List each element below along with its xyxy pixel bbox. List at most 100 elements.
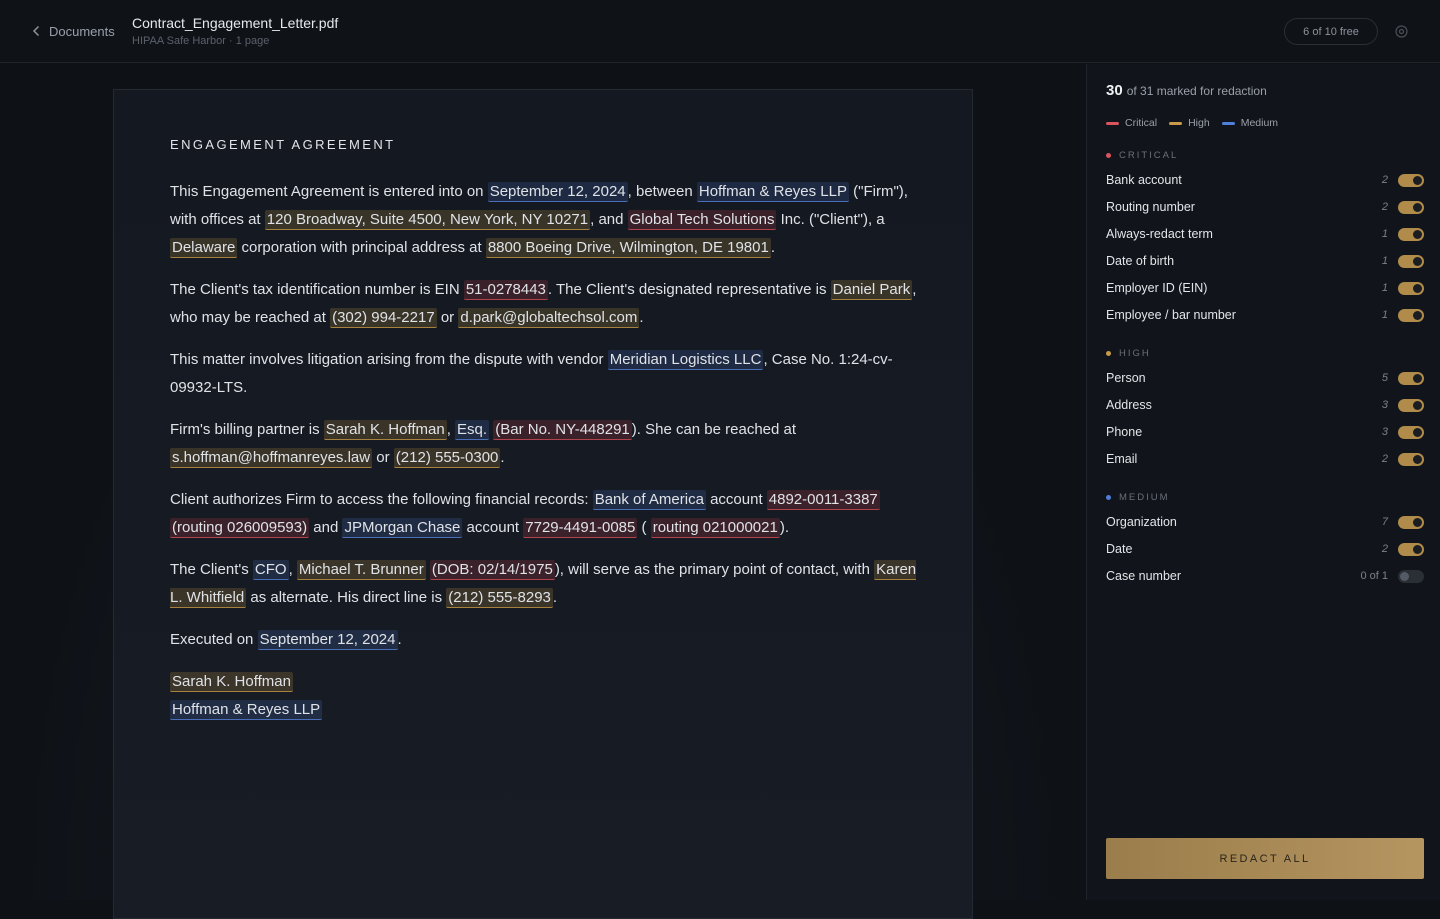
entity-label: Date (1106, 542, 1133, 556)
legend-label: High (1188, 117, 1210, 129)
redaction-highlight-med[interactable]: Hoffman & Reyes LLP (170, 700, 323, 720)
redaction-highlight-high[interactable]: (302) 994-2217 (330, 308, 437, 328)
redaction-highlight-med[interactable]: September 12, 2024 (487, 182, 628, 202)
quota-badge[interactable]: 6 of 10 free (1284, 18, 1378, 45)
redaction-highlight-high[interactable]: 8800 Boeing Drive, Wilmington, DE 19801 (485, 238, 771, 258)
file-name: Contract_Engagement_Letter.pdf (132, 15, 339, 31)
redaction-highlight-high[interactable]: 120 Broadway, Suite 4500, New York, NY 1… (264, 210, 591, 230)
redaction-count-text: of 31 marked for redaction (1126, 84, 1267, 98)
text-run: as alternate. His direct line is (246, 589, 447, 606)
entity-count: 2 (1381, 201, 1388, 213)
redaction-highlight-high[interactable]: Michael T. Brunner (296, 560, 426, 580)
redaction-highlight-high[interactable]: Delaware (170, 238, 238, 258)
entity-count: 0 of 1 (1360, 570, 1388, 582)
chevron-left-icon (32, 25, 40, 37)
document-paragraph: Firm's billing partner is Sarah K. Hoffm… (170, 416, 930, 472)
entity-count: 7 (1381, 516, 1388, 528)
redaction-highlight-med[interactable]: Esq. (455, 420, 490, 440)
text-run: . (639, 309, 644, 326)
text-run: This matter involves litigation arising … (170, 351, 608, 368)
redaction-highlight-med[interactable]: Hoffman & Reyes LLP (696, 182, 849, 202)
text-run: Inc. ("Client"), a (776, 211, 885, 228)
redaction-highlight-high[interactable]: Sarah K. Hoffman (170, 672, 293, 692)
redaction-toggle[interactable] (1398, 542, 1424, 556)
redaction-highlight-high[interactable]: Daniel Park (830, 280, 913, 300)
entity-count: 5 (1381, 372, 1388, 384)
redaction-highlight-med[interactable]: September 12, 2024 (257, 630, 398, 650)
severity-legend: Critical High Medium (1106, 117, 1278, 129)
document-body: This Engagement Agreement is entered int… (170, 178, 930, 738)
entity-count: 1 (1381, 228, 1388, 240)
settings-icon[interactable] (1394, 24, 1409, 39)
redaction-highlight-med[interactable]: CFO (252, 560, 289, 580)
redaction-highlight-crit[interactable]: 51-0278443 (463, 280, 548, 300)
severity-dot-icon (1106, 153, 1111, 158)
redaction-toggle[interactable] (1398, 371, 1424, 385)
redaction-highlight-high[interactable]: (212) 555-0300 (393, 448, 501, 468)
entity-label: Address (1106, 398, 1152, 412)
text-run: . (552, 589, 558, 606)
entity-count: 1 (1381, 309, 1388, 321)
redaction-highlight-crit[interactable]: routing 021000021 (650, 518, 780, 538)
text-run: account (705, 491, 767, 508)
entity-row-organization: Organization 7 (1106, 512, 1424, 532)
redaction-highlight-crit[interactable]: 7729-4491-0085 (523, 518, 638, 538)
text-run: The Client's tax identification number i… (170, 281, 464, 298)
entity-label: Bank account (1106, 173, 1182, 187)
redaction-toggle[interactable] (1398, 254, 1424, 268)
entity-row-date: Date 2 (1106, 539, 1424, 559)
redaction-highlight-med[interactable]: JPMorgan Chase (342, 518, 463, 538)
redaction-highlight-crit[interactable]: (routing 026009593) (170, 518, 310, 538)
redaction-toggle[interactable] (1398, 308, 1424, 322)
redaction-highlight-high[interactable]: s.hoffman@hoffmanreyes.law (170, 448, 373, 468)
redaction-toggle[interactable] (1398, 200, 1424, 214)
document-paragraph: This matter involves litigation arising … (170, 346, 930, 402)
group-title-label: HIGH (1119, 348, 1151, 359)
redaction-toggle[interactable] (1398, 398, 1424, 412)
redaction-highlight-crit[interactable]: (Bar No. NY-448291 (493, 420, 632, 440)
entity-row-case-number: Case number 0 of 1 (1106, 566, 1424, 586)
redaction-highlight-high[interactable]: (212) 555-8293 (446, 588, 553, 608)
redaction-toggle[interactable] (1398, 452, 1424, 466)
redaction-highlight-med[interactable]: Bank of America (592, 490, 706, 510)
entity-label: Routing number (1106, 200, 1195, 214)
entity-count: 3 (1381, 399, 1388, 411)
redaction-toggle[interactable] (1398, 281, 1424, 295)
legend-label: Medium (1240, 117, 1279, 129)
redaction-highlight-crit[interactable]: Global Tech Solutions (627, 210, 777, 230)
legend-item-critical: Critical (1106, 117, 1157, 129)
redaction-toggle[interactable] (1398, 515, 1424, 529)
text-run: corporation with principal address at (237, 239, 486, 256)
entity-count: 1 (1381, 282, 1388, 294)
redact-all-button[interactable]: REDACT ALL (1106, 838, 1424, 879)
document-page: ENGAGEMENT AGREEMENT This Engagement Agr… (113, 89, 973, 919)
legend-label: Critical (1125, 117, 1158, 129)
redaction-toggle[interactable] (1398, 227, 1424, 241)
entity-count: 2 (1381, 543, 1388, 555)
entity-row-address: Address 3 (1106, 395, 1424, 415)
redaction-highlight-high[interactable]: Sarah K. Hoffman (323, 420, 447, 440)
redaction-toggle[interactable] (1398, 425, 1424, 439)
redaction-highlight-med[interactable]: Meridian Logistics LLC (607, 350, 764, 370)
entity-label: Employer ID (EIN) (1106, 281, 1208, 295)
legend-swatch (1169, 121, 1183, 125)
redaction-sidebar: 30 of 31 marked for redaction Critical Hig… (1086, 64, 1440, 900)
text-run: . (770, 239, 776, 256)
text-run: , and (590, 211, 628, 228)
redaction-toggle[interactable] (1398, 569, 1424, 583)
document-heading: ENGAGEMENT AGREEMENT (170, 137, 396, 152)
entity-count: 1 (1381, 255, 1388, 267)
redaction-highlight-high[interactable]: d.park@globaltechsol.com (458, 308, 640, 328)
redaction-highlight-crit[interactable]: 4892-0011-3387 (766, 490, 880, 510)
document-paragraph: Client authorizes Firm to access the fol… (170, 486, 930, 542)
severity-dot-icon (1106, 351, 1111, 356)
text-run: ). She can be reached at (631, 421, 797, 438)
entity-label: Date of birth (1106, 254, 1175, 268)
entity-row-routing-number: Routing number 2 (1106, 197, 1424, 217)
redaction-toggle[interactable] (1398, 173, 1424, 187)
group-title-high: HIGH (1106, 348, 1151, 359)
entity-count: 3 (1381, 426, 1388, 438)
group-title-label: MEDIUM (1119, 492, 1170, 503)
redaction-highlight-crit[interactable]: (DOB: 02/14/1975 (429, 560, 555, 580)
back-to-documents-link[interactable]: Documents (32, 22, 115, 40)
